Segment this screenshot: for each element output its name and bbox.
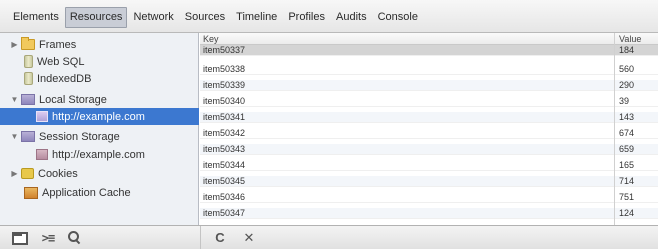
- table-row[interactable]: item50337 184: [200, 45, 658, 56]
- column-divider[interactable]: [614, 33, 615, 225]
- tab-profiles[interactable]: Profiles: [283, 7, 330, 28]
- sidebar-item-session-storage-example[interactable]: http://example.com: [0, 146, 199, 163]
- tab-timeline[interactable]: Timeline: [231, 7, 282, 28]
- sidebar-item-label: Application Cache: [42, 186, 131, 199]
- collapse-arrow-icon[interactable]: ▼: [10, 132, 19, 141]
- dock-button[interactable]: [9, 229, 29, 246]
- table-row[interactable]: item50339 290: [200, 80, 658, 91]
- sidebar-item-label: Cookies: [38, 167, 78, 180]
- console-drawer-icon: >≡: [41, 230, 55, 245]
- page-icon: [36, 111, 48, 122]
- key-cell: item50343: [203, 144, 246, 154]
- value-cell: 165: [619, 160, 635, 170]
- table-row[interactable]: item50340 39: [200, 96, 658, 107]
- collapse-arrow-icon[interactable]: ▼: [10, 95, 19, 104]
- search-button[interactable]: [64, 229, 84, 246]
- storage-icon: [21, 94, 35, 105]
- cookie-icon: [21, 168, 34, 179]
- value-cell: 674: [619, 128, 635, 138]
- column-header-key[interactable]: Key: [203, 33, 219, 45]
- status-bar-divider: [200, 226, 201, 249]
- database-icon: [24, 72, 33, 85]
- value-cell: 659: [619, 144, 635, 154]
- value-cell: 184: [619, 45, 635, 55]
- sidebar-item-label: Web SQL: [37, 55, 85, 68]
- tab-network[interactable]: Network: [128, 7, 178, 28]
- value-cell: 560: [619, 64, 635, 74]
- key-cell: item50345: [203, 176, 246, 186]
- key-cell: item50341: [203, 112, 246, 122]
- key-cell: item50339: [203, 80, 246, 90]
- table-row[interactable]: item50345 714: [200, 176, 658, 187]
- clear-button[interactable]: ✕: [240, 229, 258, 246]
- table-row[interactable]: item50342 674: [200, 128, 658, 139]
- storage-data-grid: Key Value item50337 184 item50338 560 it…: [200, 33, 658, 225]
- tab-console[interactable]: Console: [373, 7, 423, 28]
- search-icon: [67, 231, 81, 244]
- tab-sources[interactable]: Sources: [180, 7, 230, 28]
- sidebar-item-label: Frames: [39, 38, 77, 51]
- sidebar-item-label: IndexedDB: [37, 72, 92, 85]
- key-cell: item50346: [203, 192, 246, 202]
- tab-audits[interactable]: Audits: [331, 7, 372, 28]
- refresh-icon: C: [215, 230, 225, 245]
- clear-icon: ✕: [243, 229, 255, 245]
- table-row[interactable]: item50347 124: [200, 208, 658, 219]
- page-icon: [36, 149, 48, 160]
- value-cell: 714: [619, 176, 635, 186]
- grid-header: Key Value: [200, 33, 658, 45]
- value-cell: 143: [619, 112, 635, 122]
- sidebar-item-label: http://example.com: [52, 110, 145, 123]
- database-icon: [24, 55, 33, 68]
- expand-arrow-icon[interactable]: ▶: [10, 40, 19, 49]
- tab-elements[interactable]: Elements: [8, 7, 64, 28]
- sidebar-item-label: http://example.com: [52, 148, 145, 161]
- panel-tab-bar: Elements Resources Network Sources Timel…: [0, 0, 658, 33]
- app-cache-icon: [24, 186, 38, 199]
- table-row[interactable]: item50346 751: [200, 192, 658, 203]
- key-cell: item50338: [203, 64, 246, 74]
- resources-sidebar: ▶ Frames Web SQL IndexedDB ▼ Local Stora…: [0, 33, 199, 225]
- table-row[interactable]: item50344 165: [200, 160, 658, 171]
- storage-icon: [21, 131, 35, 142]
- value-cell: 39: [619, 96, 630, 106]
- sidebar-item-label: Session Storage: [39, 130, 120, 143]
- table-row[interactable]: item50343 659: [200, 144, 658, 155]
- refresh-button[interactable]: C: [211, 229, 229, 246]
- sidebar-item-frames[interactable]: ▶ Frames: [0, 36, 199, 53]
- tab-resources[interactable]: Resources: [64, 7, 128, 28]
- sidebar-item-label: Local Storage: [39, 93, 107, 106]
- sidebar-item-web-sql[interactable]: Web SQL: [0, 53, 199, 70]
- console-drawer-button[interactable]: >≡: [38, 229, 58, 246]
- value-cell: 751: [619, 192, 635, 202]
- key-cell: item50344: [203, 160, 246, 170]
- key-cell: item50347: [203, 208, 246, 218]
- value-cell: 124: [619, 208, 635, 218]
- value-cell: 290: [619, 80, 635, 90]
- sidebar-item-indexeddb[interactable]: IndexedDB: [0, 70, 199, 87]
- folder-icon: [21, 37, 35, 50]
- key-cell: item50337: [203, 45, 246, 55]
- status-bar: >≡ C ✕: [0, 225, 658, 249]
- key-cell: item50340: [203, 96, 246, 106]
- sidebar-item-cookies[interactable]: ▶ Cookies: [0, 165, 199, 182]
- table-row[interactable]: item50338 560: [200, 64, 658, 75]
- key-cell: item50342: [203, 128, 246, 138]
- sidebar-item-application-cache[interactable]: Application Cache: [0, 184, 199, 201]
- column-header-value[interactable]: Value: [619, 33, 641, 45]
- expand-arrow-icon[interactable]: ▶: [10, 169, 19, 178]
- table-row[interactable]: item50341 143: [200, 112, 658, 123]
- sidebar-item-local-storage[interactable]: ▼ Local Storage: [0, 91, 199, 108]
- sidebar-item-session-storage[interactable]: ▼ Session Storage: [0, 128, 199, 145]
- sidebar-item-local-storage-example[interactable]: http://example.com: [0, 108, 199, 125]
- dock-icon: [12, 232, 28, 245]
